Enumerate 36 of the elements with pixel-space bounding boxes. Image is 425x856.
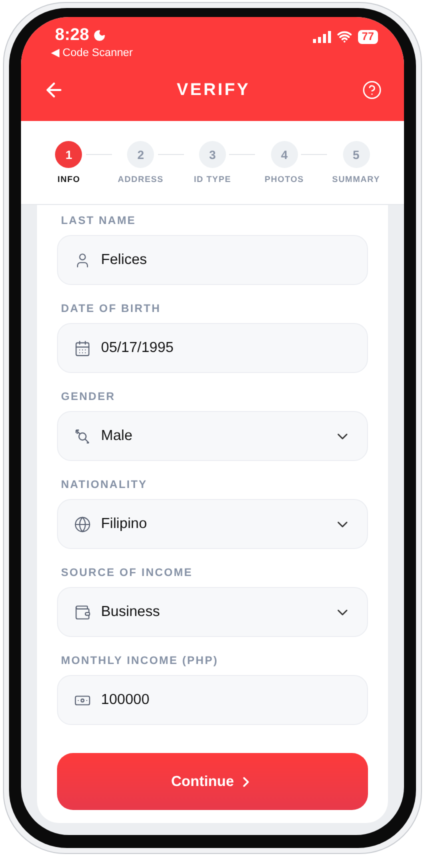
field-label: SOURCE OF INCOME	[61, 567, 194, 579]
step-label: PHOTOS	[264, 174, 304, 184]
step-number[interactable]: 1	[55, 141, 82, 168]
dropdown-field[interactable]: Business	[57, 587, 368, 637]
help-icon[interactable]	[362, 80, 382, 100]
calendar-icon	[74, 340, 91, 356]
dropdown-field[interactable]: Filipino	[57, 499, 368, 549]
back-to-app-link[interactable]: ◀ Code Scanner	[51, 46, 133, 59]
field-label: NATIONALITY	[61, 479, 148, 491]
step-label: SUMMARY	[332, 174, 380, 184]
battery-level: 77	[358, 30, 378, 44]
status-time: 8:28	[55, 25, 90, 45]
field-label: GENDER	[61, 391, 116, 403]
step-label: INFO	[58, 174, 80, 184]
wallet-icon	[74, 604, 91, 620]
globe-icon	[74, 516, 91, 532]
step-number[interactable]: 3	[198, 141, 226, 168]
input-field[interactable]: 100000	[57, 675, 368, 725]
step-label: ID TYPE	[194, 174, 232, 184]
step-label: ADDRESS	[118, 174, 164, 184]
signal-icon	[312, 30, 331, 42]
page-title: VERIFY	[176, 80, 250, 100]
moon-icon	[93, 28, 106, 42]
input-field[interactable]: Felices	[57, 235, 368, 285]
field-label: LAST NAME	[61, 215, 137, 227]
dropdown-field[interactable]: Male	[57, 411, 368, 461]
gender-icon	[74, 428, 91, 444]
input-field[interactable]: 05/17/1995	[57, 323, 368, 373]
step-number[interactable]: 2	[127, 141, 154, 168]
step-number[interactable]: 4	[270, 141, 298, 168]
person-icon	[74, 252, 91, 268]
wifi-icon	[336, 29, 352, 44]
continue-button[interactable]: Continue	[57, 753, 368, 810]
field-label: MONTHLY INCOME (PHP)	[61, 655, 220, 667]
field-label: DATE OF BIRTH	[61, 303, 162, 315]
step-number[interactable]: 5	[342, 141, 370, 168]
